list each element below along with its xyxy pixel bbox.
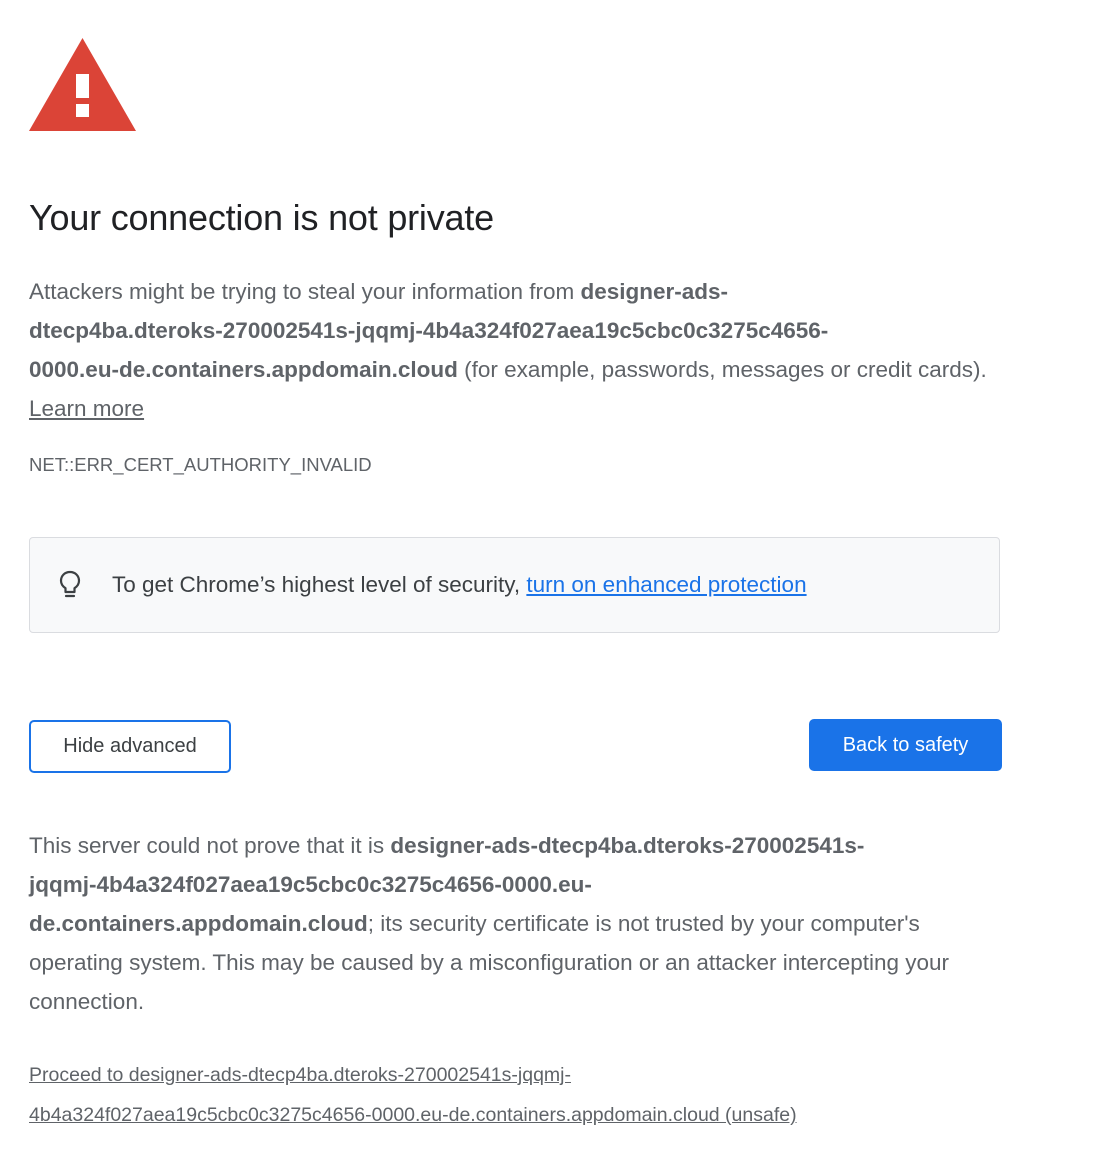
interstitial-page: Your connection is not private Attackers… bbox=[0, 0, 1104, 1158]
proceed-line-2: 4b4a324f027aea19c5cbc0c3275c4656-0000.eu… bbox=[29, 1104, 797, 1126]
learn-more-link[interactable]: Learn more bbox=[29, 396, 144, 421]
page-title: Your connection is not private bbox=[29, 197, 494, 238]
details-message: This server could not prove that it is d… bbox=[29, 826, 1004, 1021]
enhanced-protection-link[interactable]: turn on enhanced protection bbox=[526, 572, 806, 597]
main-message: Attackers might be trying to steal your … bbox=[29, 272, 1004, 428]
details-domain-part-3: de.containers.appdomain.cloud bbox=[29, 911, 368, 936]
enhanced-protection-box: To get Chrome’s highest level of securit… bbox=[29, 537, 1000, 633]
enhanced-prefix: To get Chrome’s highest level of securit… bbox=[112, 572, 527, 597]
details-domain-part-1: designer-ads-dtecp4ba.dteroks-270002541s… bbox=[390, 833, 865, 858]
domain-part-1: designer-ads- bbox=[580, 279, 729, 304]
warning-triangle-icon bbox=[29, 38, 136, 131]
details-prefix: This server could not prove that it is bbox=[29, 833, 391, 858]
details-domain-part-2: jqqmj-4b4a324f027aea19c5cbc0c3275c4656-0… bbox=[29, 872, 592, 897]
proceed-unsafe-link[interactable]: Proceed to designer-ads-dtecp4ba.dteroks… bbox=[29, 1064, 797, 1126]
enhanced-protection-text: To get Chrome’s highest level of securit… bbox=[112, 568, 807, 602]
proceed-section: Proceed to designer-ads-dtecp4ba.dteroks… bbox=[29, 1055, 1019, 1135]
back-to-safety-button[interactable]: Back to safety bbox=[809, 719, 1002, 771]
hide-advanced-button[interactable]: Hide advanced bbox=[29, 720, 231, 773]
proceed-line-1: Proceed to designer-ads-dtecp4ba.dteroks… bbox=[29, 1064, 571, 1086]
lightbulb-icon bbox=[59, 570, 81, 598]
error-code: NET::ERR_CERT_AUTHORITY_INVALID bbox=[29, 454, 372, 475]
intro-suffix: (for example, passwords, messages or cre… bbox=[457, 357, 987, 382]
domain-part-3: 0000.eu-de.containers.appdomain.cloud bbox=[29, 357, 458, 382]
intro-prefix: Attackers might be trying to steal your … bbox=[29, 279, 581, 304]
domain-part-2: dtecp4ba.dteroks-270002541s-jqqmj-4b4a32… bbox=[29, 318, 829, 343]
